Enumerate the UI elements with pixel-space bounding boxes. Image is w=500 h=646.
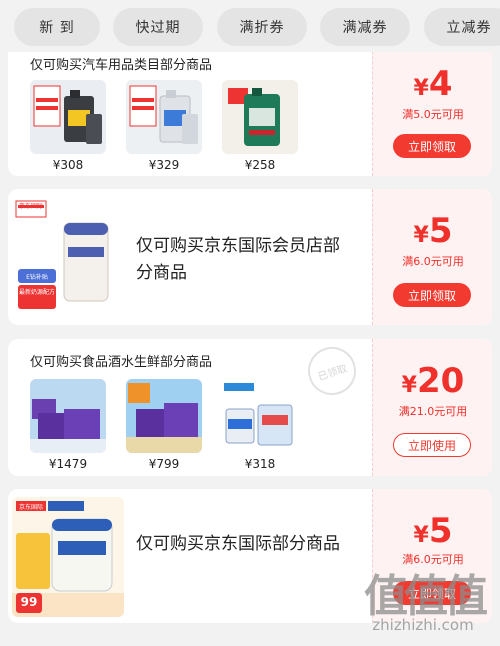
product-price: ¥308 (52, 158, 84, 172)
coupon-value-area: ¥5 满6.0元可用 立即领取 (372, 189, 492, 325)
product-thumbnail[interactable] (126, 379, 202, 453)
coupon-condition: 满6.0元可用 (402, 255, 464, 268)
store-badge: 京东国际 (18, 504, 43, 511)
product-price: ¥329 (148, 158, 180, 172)
coupon-card[interactable]: 京东国际 E钻补贴 最新奶源配方 仅可购买京东国际会员店部分商品 ¥5 满6.0… (8, 189, 492, 325)
product-price: ¥258 (244, 158, 276, 172)
coupon-amount: ¥20 (401, 361, 465, 401)
site-watermark: 值值值 zhizhizhi.com (348, 560, 500, 646)
milk-powder-image (126, 379, 202, 453)
tab-expiring[interactable]: 快过期 (113, 8, 203, 46)
coupon-scope-text: 仅可购买食品酒水生鲜部分商品 (30, 355, 213, 370)
coupon-scope-text: 仅可购买京东国际部分商品 (136, 534, 340, 554)
formula-can-image (12, 197, 112, 315)
use-coupon-button[interactable]: 立即使用 (393, 433, 471, 457)
coupon-scope-area: 京东国际 E钻补贴 最新奶源配方 仅可购买京东国际会员店部分商品 (8, 189, 372, 325)
watermark-domain: zhizhizhi.com (372, 616, 474, 634)
coupon-scope-area: 京东国际 99 仅可购买京东国际部分商品 (8, 489, 372, 623)
promo-tag: 最新奶源配方 (18, 289, 55, 296)
tab-full-reduction[interactable]: 满减券 (320, 8, 410, 46)
coupon-amount: ¥5 (413, 211, 453, 251)
product-price: ¥1479 (48, 457, 88, 471)
product-thumbnail[interactable]: 京东国际 E钻补贴 最新奶源配方 (12, 197, 112, 315)
coupon-card[interactable]: 仅可购买食品酒水生鲜部分商品 已领取 ¥1479 ¥799 ¥318 ¥20 满… (8, 339, 492, 476)
coupon-scope-text: 仅可购买汽车用品类目部分商品 (30, 58, 213, 73)
coupon-amount: ¥4 (413, 64, 453, 104)
claimed-stamp: 已领取 (301, 340, 363, 402)
claim-coupon-button[interactable]: 立即领取 (393, 134, 471, 158)
product-thumbnail[interactable] (222, 379, 298, 453)
coupon-filter-tabs: 新 到 快过期 满折券 满减券 立减券 (0, 0, 500, 52)
store-badge: 京东国际 (18, 203, 43, 210)
tab-instant-reduction[interactable]: 立减券 (424, 8, 500, 46)
product-thumbnail[interactable]: 京东国际 99 (12, 497, 124, 617)
claim-coupon-button[interactable]: 立即领取 (393, 283, 471, 307)
coupon-value-area: ¥20 满21.0元可用 立即使用 (372, 339, 492, 476)
milk-powder-image (222, 379, 298, 453)
coupon-scope-area: 仅可购买食品酒水生鲜部分商品 已领取 ¥1479 ¥799 ¥318 (8, 339, 372, 476)
promo-price-tag: 99 (20, 595, 38, 609)
coupon-value-area: ¥4 满5.0元可用 立即领取 (372, 36, 492, 176)
coupon-amount: ¥5 (413, 511, 453, 551)
motor-oil-image (30, 80, 106, 154)
motor-oil-image (222, 80, 298, 154)
tab-new[interactable]: 新 到 (14, 8, 100, 46)
product-thumbnail[interactable] (126, 80, 202, 154)
coupon-condition: 满5.0元可用 (402, 108, 464, 121)
coupon-scope-text: 仅可购买京东国际会员店部分商品 (136, 236, 340, 283)
product-price: ¥799 (148, 457, 180, 471)
coupon-card[interactable]: 仅可购买汽车用品类目部分商品 ¥308 ¥329 ¥258 ¥4 满5.0元可用… (8, 36, 492, 176)
product-price: ¥318 (244, 457, 276, 471)
motor-oil-image (126, 80, 202, 154)
watermark-logo: 值值值 (364, 571, 488, 622)
milk-powder-image (30, 379, 106, 453)
coupon-condition: 满21.0元可用 (398, 405, 468, 418)
product-thumbnail[interactable] (30, 80, 106, 154)
coupon-scope-area: 仅可购买汽车用品类目部分商品 ¥308 ¥329 ¥258 (8, 36, 372, 176)
product-thumbnail[interactable] (30, 379, 106, 453)
tab-discount[interactable]: 满折券 (217, 8, 307, 46)
product-thumbnail[interactable] (222, 80, 298, 154)
promo-tag: E钻补贴 (26, 274, 48, 281)
